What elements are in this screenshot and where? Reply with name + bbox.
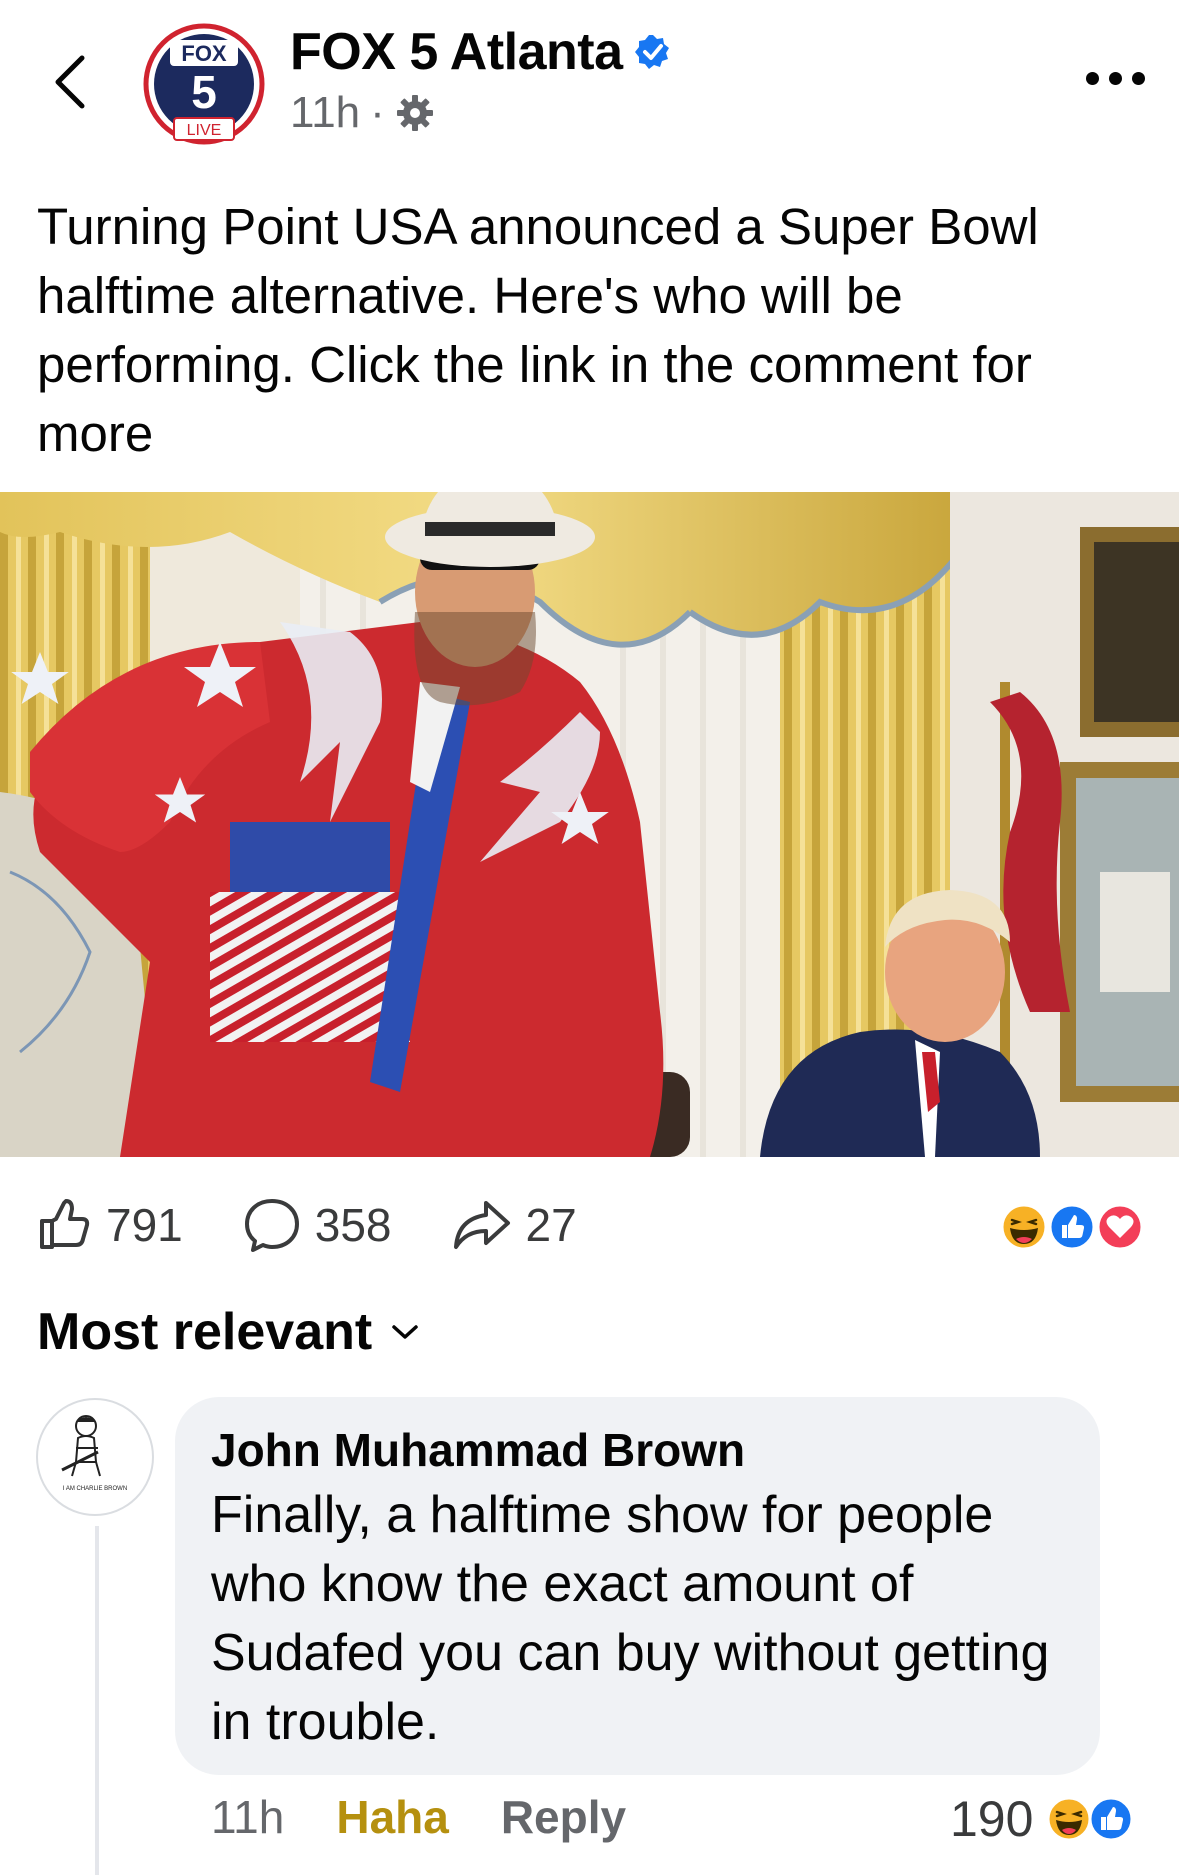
share-count: 27: [525, 1199, 577, 1251]
share-arrow-icon: [453, 1201, 510, 1249]
comment-author[interactable]: John Muhammad Brown: [211, 1419, 1064, 1481]
page-avatar[interactable]: FOX 5 LIVE: [142, 22, 266, 146]
reaction-summary[interactable]: [996, 1202, 1146, 1252]
gear-icon: [396, 95, 433, 131]
comment-reply-button[interactable]: Reply: [501, 1790, 626, 1844]
haha-icon: [1000, 1203, 1048, 1251]
more-options-button[interactable]: [1070, 58, 1160, 98]
comment-sort-selector[interactable]: Most relevant: [37, 1302, 420, 1362]
comment-text: Finally, a halftime show for people who …: [211, 1486, 1050, 1751]
comment-reaction-summary[interactable]: 190: [950, 1790, 1137, 1848]
comment-bubble[interactable]: John Muhammad Brown Finally, a halftime …: [175, 1397, 1100, 1775]
comment-count: 358: [314, 1199, 392, 1251]
chevron-down-icon: [392, 1325, 418, 1339]
meta-separator: ·: [370, 88, 385, 137]
thread-line: [95, 1526, 99, 1875]
logo-number: 5: [191, 66, 217, 118]
comment-reaction-button[interactable]: Haha: [336, 1790, 448, 1844]
love-icon: [1096, 1203, 1144, 1251]
share-button[interactable]: 27: [452, 1197, 577, 1253]
logo-fox-text: FOX: [181, 41, 227, 66]
like-button[interactable]: 791: [36, 1197, 183, 1253]
post-photo[interactable]: [0, 492, 1179, 1157]
like-count: 791: [106, 1199, 183, 1251]
comment-icon: [244, 1199, 299, 1252]
dot: [1085, 71, 1099, 85]
post-actions: 791 358 27: [36, 1190, 637, 1260]
verified-badge-icon: [634, 35, 669, 69]
comment-button[interactable]: 358: [243, 1196, 392, 1254]
comment-meta: 11h Haha Reply: [211, 1790, 626, 1844]
commenter-avatar[interactable]: I AM CHARLIE BROWN: [36, 1398, 154, 1516]
comment-time[interactable]: 11h: [211, 1790, 284, 1844]
haha-icon: [1046, 1796, 1092, 1842]
like-icon: [1088, 1796, 1134, 1842]
post-time[interactable]: 11h: [290, 88, 360, 138]
chevron-left-icon: [55, 55, 85, 109]
post-caption: Turning Point USA announced a Super Bowl…: [37, 198, 1039, 462]
avatar-caption: I AM CHARLIE BROWN: [63, 1486, 127, 1492]
dot: [1131, 71, 1145, 85]
sort-label[interactable]: Most relevant: [37, 1302, 372, 1362]
like-icon: [1048, 1203, 1096, 1251]
page-name-text[interactable]: FOX 5 Atlanta: [290, 22, 623, 82]
back-button[interactable]: [40, 42, 100, 122]
page-name[interactable]: FOX 5 Atlanta: [290, 22, 671, 82]
post-meta: 11h ·: [290, 88, 435, 138]
dot: [1108, 71, 1122, 85]
thumbs-up-icon: [40, 1199, 90, 1249]
logo-live-text: LIVE: [187, 122, 222, 139]
comment-reaction-count: 190: [950, 1791, 1034, 1847]
